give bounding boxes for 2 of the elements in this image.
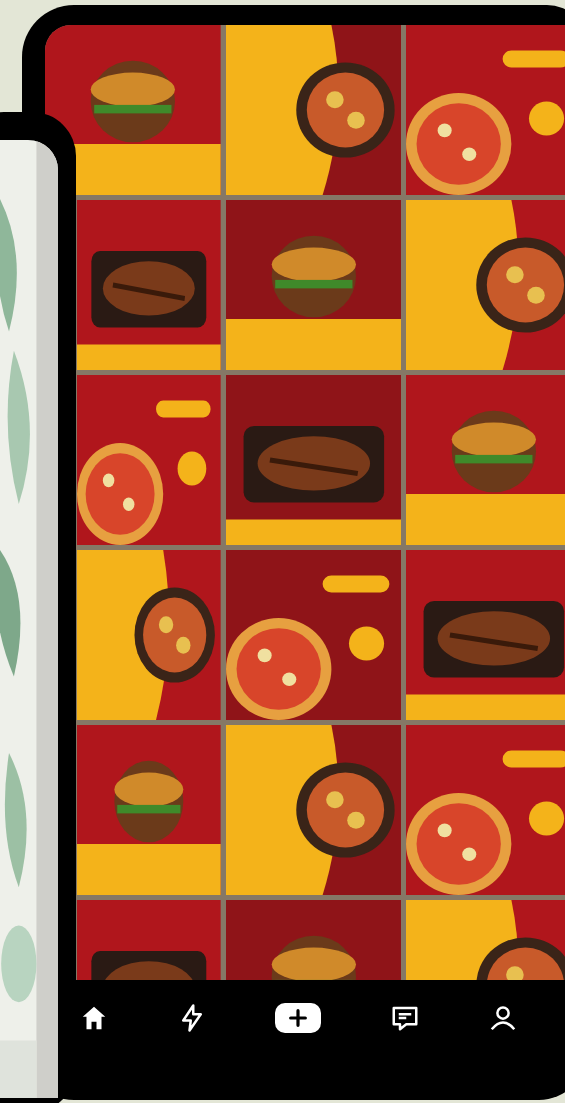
plus-icon — [287, 1006, 310, 1029]
create-button[interactable] — [275, 1002, 322, 1033]
